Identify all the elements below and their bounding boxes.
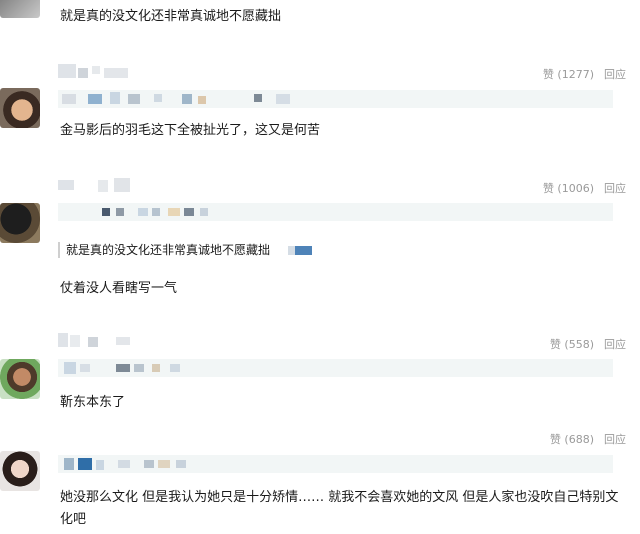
like-count: (1277)	[557, 68, 594, 81]
reply-button[interactable]: 回应	[604, 68, 626, 81]
comment-actions: 赞 (688) 回应	[550, 431, 626, 447]
comment-actions: 赞 (1277) 回应	[543, 66, 626, 82]
avatar[interactable]	[0, 0, 40, 18]
user-info-bar-blurred	[58, 90, 613, 108]
quoted-username-blurred	[287, 246, 312, 255]
like-count: (1006)	[557, 182, 594, 195]
comment-text: 仗着没人看瞎写一气	[60, 281, 178, 296]
reply-button[interactable]: 回应	[604, 338, 626, 351]
comment-actions: 赞 (558) 回应	[550, 336, 626, 352]
avatar[interactable]	[0, 359, 40, 399]
reply-button[interactable]: 回应	[604, 433, 626, 446]
comment-actions: 赞 (1006) 回应	[543, 180, 626, 196]
reply-button[interactable]: 回应	[604, 182, 626, 195]
username-blurred[interactable]	[58, 64, 138, 78]
comment-text: 她没那么文化 但是我认为她只是十分矫情…… 就我不会喜欢她的文风 但是人家也没吹…	[60, 490, 619, 527]
like-count: (558)	[564, 338, 594, 351]
like-button[interactable]: 赞 (1006)	[543, 182, 594, 195]
like-button[interactable]: 赞 (1277)	[543, 68, 594, 81]
comment-text: 靳东本东了	[60, 395, 126, 410]
comment-text: 金马影后的羽毛这下全被扯光了，这又是何苦	[60, 123, 321, 138]
avatar[interactable]	[0, 203, 40, 243]
like-count: (688)	[564, 433, 594, 446]
comment-text: 就是真的没文化还非常真诚地不愿藏拙	[60, 9, 282, 24]
user-info-bar-blurred	[58, 203, 613, 221]
user-info-bar-blurred	[58, 359, 613, 377]
username-blurred[interactable]	[58, 178, 138, 192]
quoted-comment: 就是真的没文化还非常真诚地不愿藏拙	[58, 242, 312, 258]
username-blurred[interactable]	[58, 333, 138, 347]
avatar[interactable]	[0, 88, 40, 128]
user-info-bar-blurred	[58, 455, 613, 473]
like-button[interactable]: 赞 (558)	[550, 338, 594, 351]
avatar[interactable]	[0, 451, 40, 491]
like-button[interactable]: 赞 (688)	[550, 433, 594, 446]
